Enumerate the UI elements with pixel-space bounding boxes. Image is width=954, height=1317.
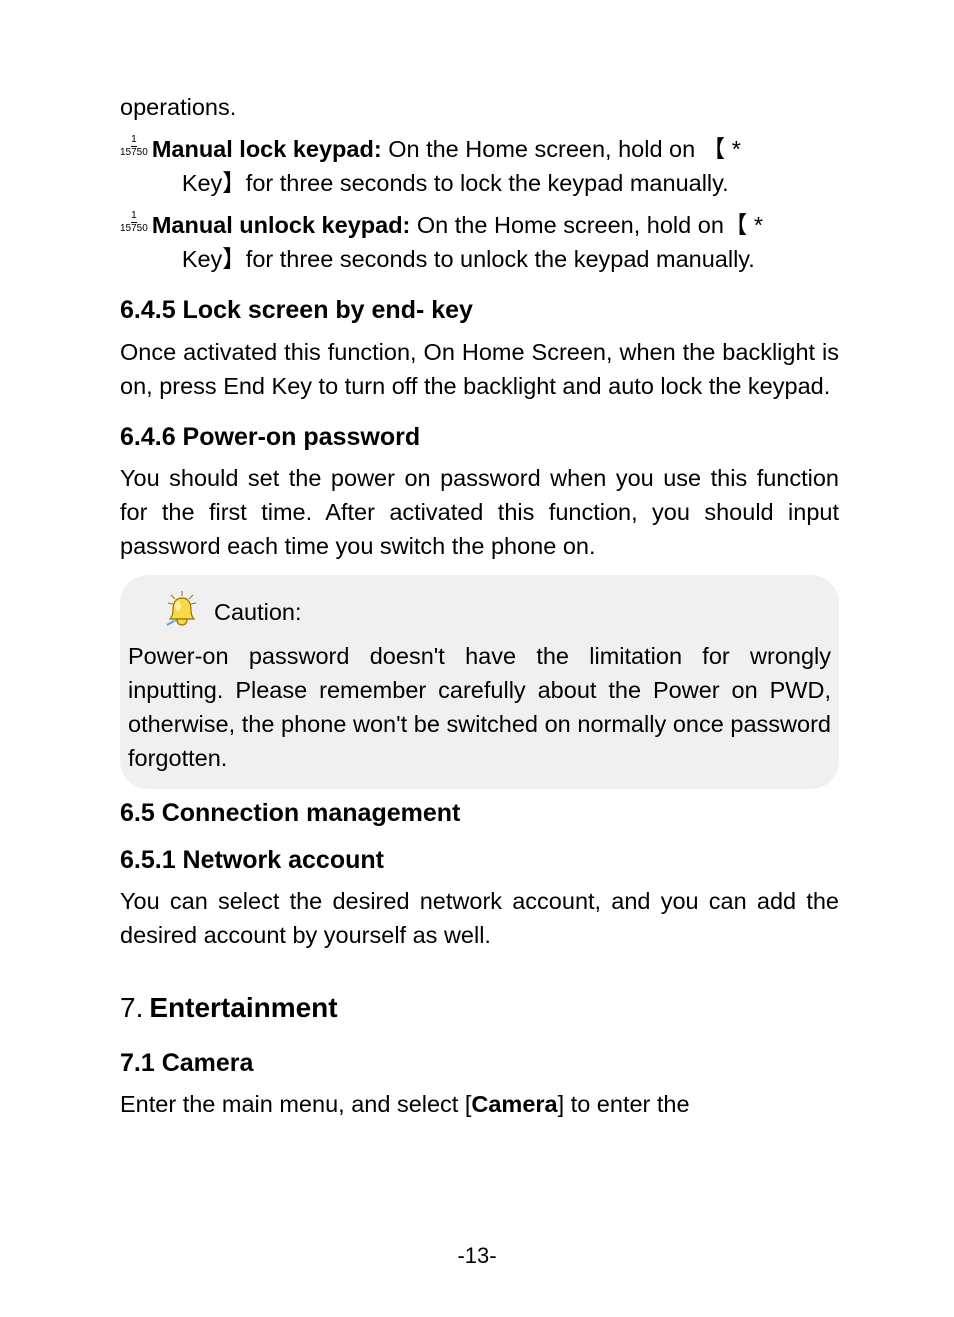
list-item: 1 15750 Manual lock keypad: On the Home … [120, 132, 839, 200]
fraction-bullet-icon: 1 15750 [120, 208, 148, 234]
list-item: 1 15750 Manual unlock keypad: On the Hom… [120, 208, 839, 276]
heading-7-1: 7.1 Camera [120, 1045, 839, 1081]
caution-label: Caution: [214, 595, 302, 629]
page-number: -13- [0, 1240, 954, 1272]
fraction-bullet-icon: 1 15750 [120, 132, 148, 158]
heading-6-5: 6.5 Connection management [120, 795, 839, 831]
paragraph-6-5-1: You can select the desired network accou… [120, 884, 839, 952]
bell-icon [162, 589, 202, 629]
paragraph-6-4-6: You should set the power on password whe… [120, 461, 839, 563]
list-item-text: Manual unlock keypad: On the Home screen… [152, 208, 839, 276]
chapter-title: Entertainment [149, 992, 337, 1023]
paragraph-6-4-5: Once activated this function, On Home Sc… [120, 335, 839, 403]
document-page: operations. 1 15750 Manual lock keypad: … [0, 0, 954, 1317]
list-item-text: Manual lock keypad: On the Home screen, … [152, 132, 839, 200]
heading-6-5-1: 6.5.1 Network account [120, 842, 839, 878]
heading-6-4-5: 6.4.5 Lock screen by end- key [120, 292, 839, 328]
heading-7: 7.Entertainment [120, 988, 839, 1029]
continuation-fragment: operations. [120, 90, 839, 124]
caution-header: Caution: [128, 589, 831, 629]
caution-callout: Caution: Power-on password doesn't have … [120, 575, 839, 789]
chapter-number: 7. [120, 992, 143, 1023]
caution-body: Power-on password doesn't have the limit… [128, 639, 831, 775]
heading-6-4-6: 6.4.6 Power-on password [120, 419, 839, 455]
paragraph-7-1: Enter the main menu, and select [Camera]… [120, 1087, 839, 1121]
